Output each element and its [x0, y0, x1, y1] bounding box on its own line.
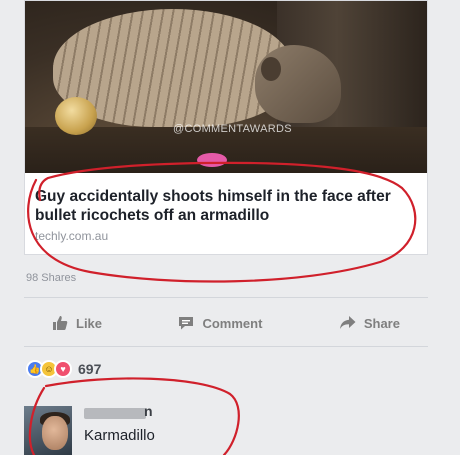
link-headline[interactable]: Guy accidentally shoots himself in the f…	[35, 187, 420, 225]
share-label: Share	[363, 315, 400, 331]
author-name-suffix[interactable]: n	[144, 403, 153, 419]
love-reaction-icon: ♥	[54, 360, 72, 378]
pink-flower	[197, 153, 227, 167]
image-watermark: @COMMENTAWARDS	[173, 123, 292, 135]
avatar[interactable]	[24, 406, 72, 455]
thumbs-up-icon	[53, 316, 68, 330]
comment-label: Comment	[202, 315, 263, 331]
avatar-face	[42, 416, 68, 450]
reactions-summary[interactable]: 👍 ☺ ♥ 697	[26, 360, 101, 378]
like-label: Like	[76, 315, 103, 331]
redacted-author-name[interactable]	[84, 408, 146, 419]
link-preview-card[interactable]: @COMMENTAWARDS Guy accidentally shoots h…	[24, 0, 428, 255]
comment-item: n Karmadillo	[24, 400, 428, 455]
divider-bottom	[24, 346, 428, 347]
post-actions-bar: Like Comment Share	[24, 308, 428, 338]
facebook-post: @COMMENTAWARDS Guy accidentally shoots h…	[0, 0, 460, 455]
golden-stone	[55, 97, 97, 135]
comment-text: Karmadillo	[84, 427, 155, 444]
shares-count[interactable]: 98 Shares	[26, 272, 76, 284]
comment-bubble-icon	[179, 317, 194, 330]
share-arrow-icon	[339, 316, 356, 329]
reaction-count: 697	[78, 361, 102, 377]
link-domain: techly.com.au	[35, 229, 109, 243]
armadillo-photo[interactable]: @COMMENTAWARDS	[25, 1, 427, 173]
armadillo-ear	[261, 57, 281, 81]
like-button[interactable]: Like	[52, 308, 102, 338]
comment-button[interactable]: Comment	[178, 308, 262, 338]
divider-top	[24, 297, 428, 298]
share-button[interactable]: Share	[339, 308, 400, 338]
